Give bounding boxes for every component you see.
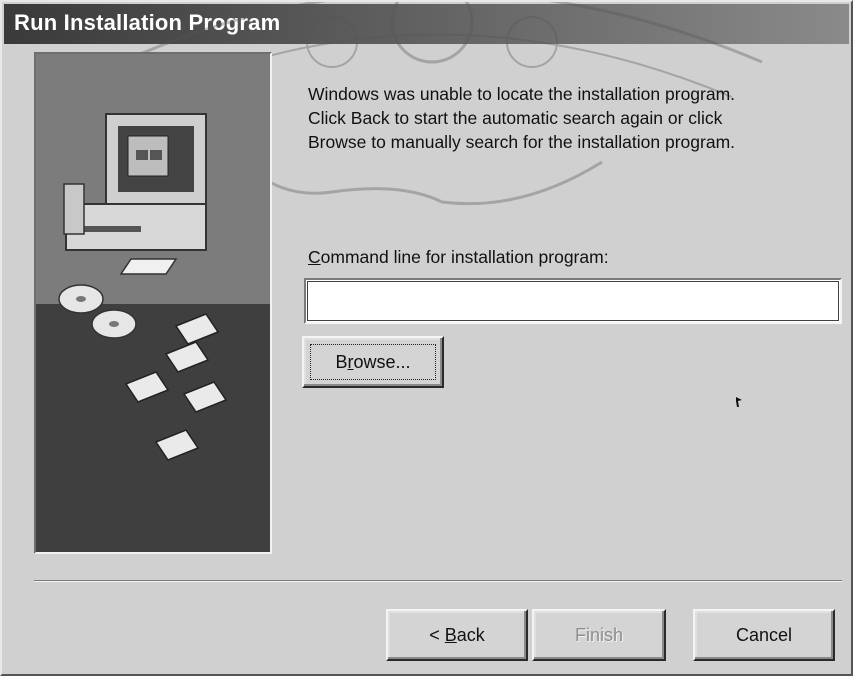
- window-title: Run Installation Program: [14, 10, 281, 35]
- back-accelerator: B: [444, 624, 457, 645]
- wizard-illustration: [34, 52, 272, 554]
- info-message: Windows was unable to locate the install…: [308, 82, 828, 154]
- command-line-input[interactable]: [304, 278, 842, 324]
- back-button[interactable]: < Back: [386, 609, 528, 661]
- browse-label-start: B: [335, 351, 348, 372]
- run-installation-dialog: Run Installation Program Windows was una…: [0, 0, 853, 676]
- label-text: ommand line for installation program:: [320, 247, 609, 267]
- separator-line: [34, 580, 842, 582]
- focus-rect: Br owse...: [310, 344, 436, 380]
- command-line-label: Command line for installation program:: [308, 247, 609, 268]
- title-bar[interactable]: Run Installation Program: [4, 4, 849, 44]
- message-line: Browse to manually search for the instal…: [308, 132, 736, 152]
- mouse-cursor-icon: [736, 397, 742, 407]
- back-label: ack: [456, 624, 485, 645]
- label-accelerator: C: [308, 247, 321, 267]
- browse-label-end: owse...: [353, 351, 411, 372]
- finish-button[interactable]: Finish: [532, 609, 666, 661]
- cancel-button[interactable]: Cancel: [693, 609, 835, 661]
- computer-and-disks-illustration: [36, 54, 270, 552]
- browse-button[interactable]: Br owse...: [302, 336, 444, 388]
- back-prefix: <: [429, 624, 445, 645]
- message-line: Click Back to start the automatic search…: [308, 108, 723, 128]
- message-line: Windows was unable to locate the install…: [308, 84, 736, 104]
